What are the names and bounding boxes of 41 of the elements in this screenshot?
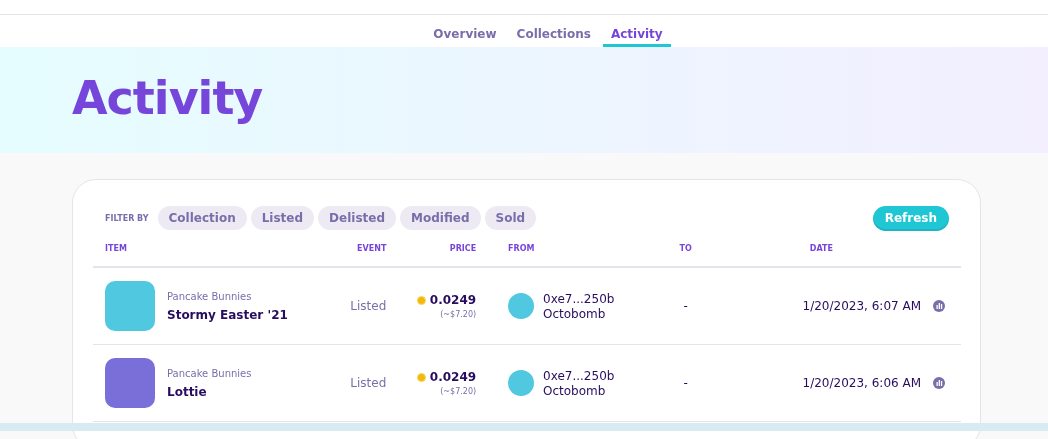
filter-chip[interactable]: Delisted — [318, 206, 397, 230]
collection-name: Pancake Bunnies — [167, 290, 253, 302]
seller-name[interactable]: Octobomb — [543, 306, 615, 321]
column-header: FROM — [508, 243, 536, 253]
page-title: Activity — [72, 71, 264, 125]
seller-address[interactable]: 0xe7...250b — [543, 291, 615, 306]
avatar — [508, 293, 535, 319]
item-name[interactable]: Lottie — [167, 384, 252, 399]
coin-icon — [416, 372, 426, 382]
recipient-text: - — [682, 376, 689, 390]
column-header: EVENT — [356, 243, 387, 253]
date-text: 1/20/2023, 6:06 AM — [801, 376, 923, 390]
column-header: TO — [678, 243, 693, 253]
collection-name: Pancake Bunnies — [167, 367, 252, 379]
filter-chip[interactable]: Listed — [250, 206, 315, 230]
filter-chip[interactable]: Collection — [157, 206, 247, 230]
filter-chip[interactable]: Sold — [484, 206, 537, 230]
filter-label: FILTER BY — [105, 213, 149, 223]
usd-value: (~$7.20) — [440, 387, 477, 396]
filter-chip[interactable]: Modified — [400, 206, 481, 230]
column-header: PRICE — [448, 243, 477, 253]
seller-address[interactable]: 0xe7...250b — [543, 368, 615, 383]
coin-icon — [416, 295, 426, 305]
seller-name[interactable]: Octobomb — [543, 383, 615, 398]
nav-tab[interactable]: Collections — [508, 15, 599, 47]
recipient-text: - — [682, 299, 689, 313]
nav-tab[interactable]: Overview — [425, 15, 505, 47]
avatar — [508, 370, 535, 396]
price-value: 0.0249 — [429, 293, 477, 307]
nft-thumbnail[interactable] — [105, 281, 155, 331]
item-name[interactable]: Stormy Easter '21 — [167, 307, 288, 322]
price-value: 0.0249 — [429, 370, 477, 384]
event-text: Listed — [349, 299, 387, 313]
nft-thumbnail[interactable] — [105, 358, 155, 408]
event-text: Listed — [349, 376, 387, 390]
bar-chart-icon[interactable] — [933, 300, 945, 312]
date-text: 1/20/2023, 6:07 AM — [801, 299, 923, 313]
column-header: ITEM — [105, 243, 128, 253]
bar-chart-icon[interactable] — [933, 377, 945, 389]
usd-value: (~$7.20) — [440, 310, 477, 319]
column-header: DATE — [808, 243, 834, 253]
